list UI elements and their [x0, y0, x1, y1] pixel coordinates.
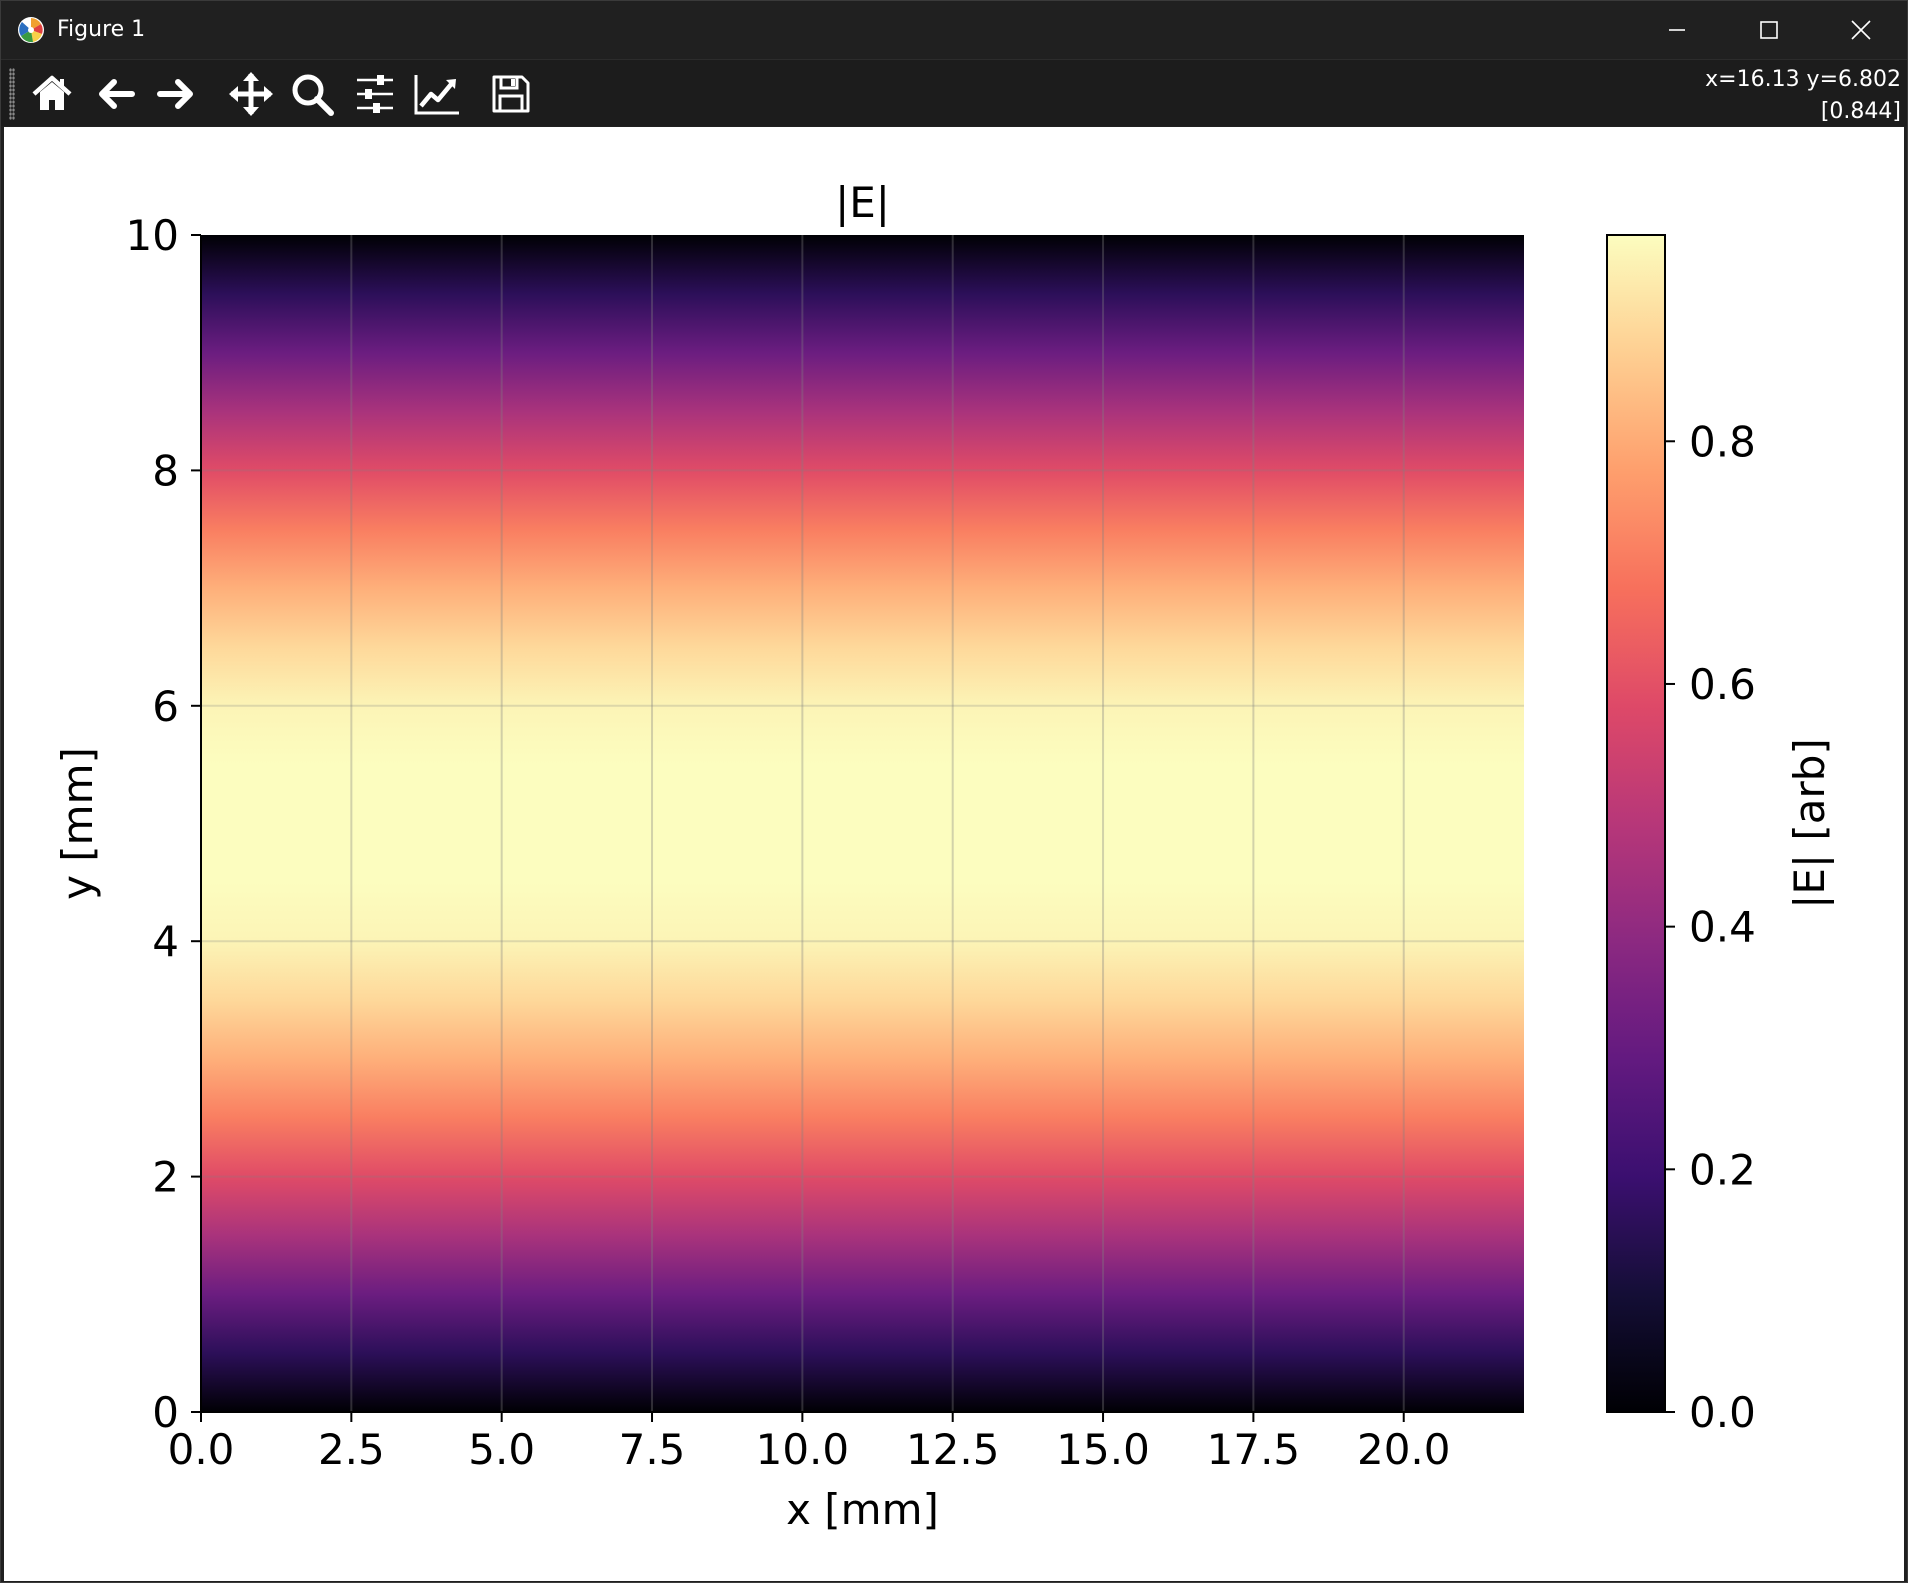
x-tick-label: 10.0: [756, 1425, 850, 1474]
colorbar-label: |E| [arb]: [1785, 738, 1834, 909]
colorbar-tick-label: 0.4: [1689, 903, 1756, 952]
title-bar: Figure 1: [1, 1, 1907, 59]
cursor-coordinate-readout: x=16.13 y=6.802 [0.844]: [1705, 64, 1901, 128]
x-tick-label: 2.5: [318, 1425, 385, 1474]
back-button[interactable]: [90, 68, 142, 120]
minimize-button[interactable]: [1631, 1, 1723, 59]
y-axis-label: y [mm]: [53, 747, 102, 900]
minimize-icon: [1669, 29, 1685, 31]
heatmap-field: [201, 235, 1524, 1412]
save-button[interactable]: [485, 68, 537, 120]
sliders-icon: [357, 75, 393, 113]
x-tick-label: 17.5: [1207, 1425, 1301, 1474]
colorbar-tick-label: 0.0: [1689, 1388, 1756, 1437]
home-button[interactable]: [26, 68, 78, 120]
arrow-left-icon: [99, 79, 135, 109]
y-tick-label: 4: [152, 917, 179, 966]
y-tick-label: 6: [152, 682, 179, 731]
magnifier-icon: [292, 74, 334, 116]
y-tick-label: 10: [126, 211, 179, 260]
y-tick-label: 0: [152, 1388, 179, 1437]
arrow-right-icon: [157, 79, 193, 109]
x-tick-label: 12.5: [906, 1425, 1000, 1474]
close-icon: [1851, 20, 1871, 40]
coordinate-xy-text: x=16.13 y=6.802: [1705, 67, 1901, 92]
matplotlib-logo-icon: [18, 17, 44, 43]
close-button[interactable]: [1815, 1, 1907, 59]
navigation-toolbar: x=16.13 y=6.802 [0.844]: [1, 59, 1907, 126]
x-tick-label: 20.0: [1357, 1425, 1451, 1474]
colorbar-tick-label: 0.2: [1689, 1145, 1756, 1194]
zoom-button[interactable]: [286, 68, 338, 120]
x-axis-label: x [mm]: [786, 1485, 939, 1534]
home-icon: [32, 75, 72, 110]
subplots-button[interactable]: [349, 68, 401, 120]
heatmap-figure: 0.0 2.5 5.0 7.5 10.0 12.5 15.0 17.5 20.0 0 2 4 6 8 10 |…: [53, 178, 1834, 1534]
figure-window: Figure 1 x=16.13 y=6.802 [0.844] 0.0 2.5…: [0, 0, 1908, 1583]
figure-canvas[interactable]: 0.0 2.5 5.0 7.5 10.0 12.5 15.0 17.5 20.0 0 2 4 6 8 10 |…: [4, 127, 1904, 1581]
colorbar-tick-label: 0.8: [1689, 417, 1756, 466]
maximize-icon: [1760, 21, 1778, 39]
window-title: Figure 1: [57, 17, 146, 42]
line-chart-icon: [414, 75, 459, 115]
colorbar-tick-label: 0.6: [1689, 660, 1756, 709]
pan-button[interactable]: [225, 68, 277, 120]
toolbar-grip-handle[interactable]: [9, 68, 15, 120]
customize-button[interactable]: [411, 68, 463, 120]
forward-button[interactable]: [150, 68, 202, 120]
x-tick-label: 15.0: [1056, 1425, 1150, 1474]
y-tick-label: 2: [152, 1153, 179, 1202]
move-icon: [229, 72, 273, 116]
floppy-disk-icon: [492, 75, 530, 113]
x-tick-label: 7.5: [619, 1425, 686, 1474]
y-tick-label: 8: [152, 446, 179, 495]
coordinate-value-text: [0.844]: [1820, 99, 1901, 124]
chart-title: |E|: [835, 178, 890, 227]
maximize-button[interactable]: [1723, 1, 1815, 59]
x-tick-label: 5.0: [468, 1425, 535, 1474]
colorbar: [1606, 234, 1666, 1413]
